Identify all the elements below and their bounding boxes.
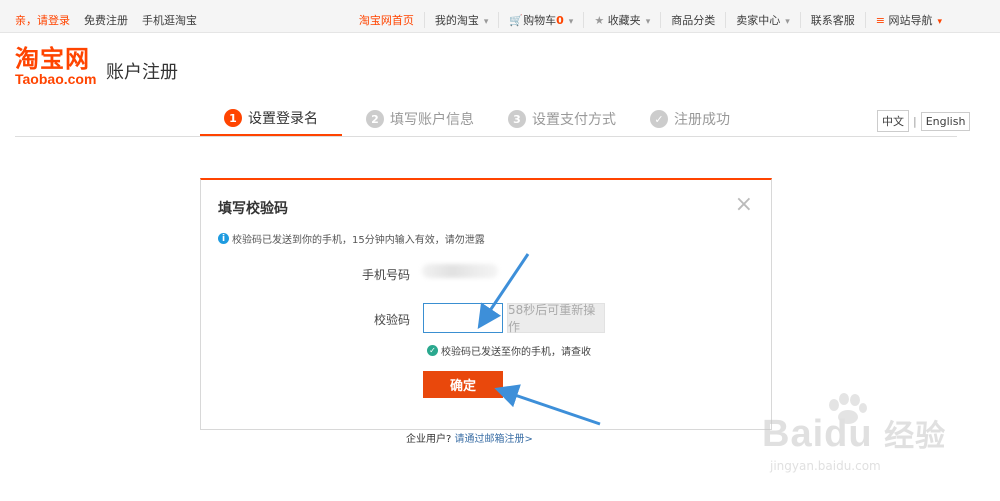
chevron-down-icon: ▾ bbox=[483, 17, 489, 27]
phone-number-blurred bbox=[422, 264, 498, 278]
chevron-down-icon: ▾ bbox=[645, 17, 651, 27]
logo-en: Taobao.com bbox=[15, 71, 97, 87]
close-icon[interactable]: × bbox=[735, 194, 753, 216]
step-label: 注册成功 bbox=[674, 112, 730, 128]
lang-en-button[interactable]: English bbox=[920, 111, 971, 131]
confirm-button[interactable]: 确定 bbox=[423, 371, 503, 398]
verification-code-input[interactable] bbox=[423, 303, 503, 333]
taobao-logo[interactable]: 淘宝网 Taobao.com bbox=[15, 47, 96, 86]
register-link[interactable]: 免费注册 bbox=[84, 12, 128, 28]
page-title: 账户注册 bbox=[106, 62, 178, 83]
watermark-logo: Baidu 经验 bbox=[762, 411, 946, 456]
step-fill-account-info: 2 填写账户信息 bbox=[342, 102, 484, 136]
code-label: 校验码 bbox=[374, 313, 411, 327]
site-nav-label: 网站导航 bbox=[888, 14, 933, 27]
favorites-menu[interactable]: ★ 收藏夹 ▾ bbox=[583, 12, 660, 28]
watermark-brand: Bai bbox=[762, 413, 825, 455]
phone-label: 手机号码 bbox=[362, 268, 411, 282]
my-taobao-menu[interactable]: 我的淘宝 ▾ bbox=[423, 12, 499, 28]
dialog-title: 填写校验码 bbox=[218, 201, 288, 217]
cart-icon: 🛒 bbox=[509, 14, 524, 27]
step-set-payment: 3 设置支付方式 bbox=[484, 102, 626, 136]
login-link[interactable]: 亲，请登录 bbox=[15, 12, 70, 28]
enterprise-register-line: 企业用户? 请通过邮箱注册> bbox=[406, 430, 533, 445]
checkmark-icon: ✓ bbox=[650, 110, 668, 128]
step-register-success: ✓ 注册成功 bbox=[626, 102, 768, 136]
categories-link[interactable]: 商品分类 bbox=[660, 12, 725, 28]
info-icon: i bbox=[218, 233, 229, 244]
topbar-left: 亲，请登录 免费注册 手机逛淘宝 bbox=[15, 12, 197, 28]
menu-icon: ≡ bbox=[875, 14, 885, 27]
step-set-login-name: 1 设置登录名 bbox=[200, 102, 342, 136]
topbar-right: 淘宝网首页 我的淘宝 ▾ 🛒购物车0 ▾ ★ 收藏夹 ▾ 商品分类 卖家中心 ▾ 联系客… bbox=[349, 12, 952, 28]
notice-message: i 校验码已发送到你的手机，15分钟内输入有效，请勿泄露 bbox=[218, 231, 485, 246]
lang-zh-button[interactable]: 中文 bbox=[877, 110, 909, 132]
chevron-down-icon: ▾ bbox=[785, 17, 790, 27]
email-register-link[interactable]: 请通过邮箱注册> bbox=[455, 434, 533, 445]
logo-cn: 淘宝网 bbox=[15, 45, 90, 73]
seller-center-menu[interactable]: 卖家中心 ▾ bbox=[725, 12, 800, 28]
step-number-badge: 1 bbox=[224, 109, 242, 127]
favorites-label: 收藏夹 bbox=[607, 14, 641, 27]
check-icon: ✓ bbox=[427, 345, 438, 356]
language-switch: 中文 | English bbox=[877, 110, 971, 132]
cart-count: 0 bbox=[556, 14, 564, 27]
lang-separator: | bbox=[913, 114, 917, 128]
watermark-brand2: du bbox=[824, 413, 873, 455]
cart-label: 购物车 bbox=[523, 14, 557, 27]
home-link[interactable]: 淘宝网首页 bbox=[349, 12, 424, 28]
step-label: 填写账户信息 bbox=[390, 112, 474, 128]
contact-service-link[interactable]: 联系客服 bbox=[799, 12, 865, 28]
my-taobao-label: 我的淘宝 bbox=[434, 14, 479, 27]
resend-button[interactable]: 58秒后可重新操作 bbox=[507, 303, 605, 334]
star-icon: ★ bbox=[594, 14, 605, 27]
code-sent-text: 校验码已发送至你的手机，请查收 bbox=[441, 347, 591, 358]
watermark-url: jingyan.baidu.com bbox=[770, 459, 881, 473]
step-label: 设置支付方式 bbox=[532, 112, 616, 128]
chevron-down-icon: ▾ bbox=[568, 17, 574, 27]
watermark-brand-cn: 经验 bbox=[884, 419, 947, 454]
seller-center-label: 卖家中心 bbox=[736, 14, 781, 27]
notice-text: 校验码已发送到你的手机，15分钟内输入有效，请勿泄露 bbox=[232, 235, 485, 246]
top-navigation-bar: 亲，请登录 免费注册 手机逛淘宝 淘宝网首页 我的淘宝 ▾ 🛒购物车0 ▾ ★ 收藏… bbox=[0, 0, 1000, 33]
steps-divider bbox=[15, 136, 957, 137]
step-label: 设置登录名 bbox=[248, 111, 318, 127]
baidu-jingyan-watermark: Baidu 经验 jingyan.baidu.com bbox=[762, 393, 992, 488]
enterprise-question: 企业用户? bbox=[406, 434, 452, 445]
site-nav-menu[interactable]: ≡ 网站导航 ▾ bbox=[864, 12, 952, 28]
verification-dialog: 填写校验码 × i 校验码已发送到你的手机，15分钟内输入有效，请勿泄露 手机号… bbox=[200, 178, 772, 430]
code-sent-message: ✓ 校验码已发送至你的手机，请查收 bbox=[427, 343, 591, 358]
step-number-badge: 2 bbox=[366, 110, 384, 128]
step-number-badge: 3 bbox=[508, 110, 526, 128]
registration-steps: 1 设置登录名 2 填写账户信息 3 设置支付方式 ✓ 注册成功 bbox=[200, 102, 768, 136]
chevron-down-icon: ▾ bbox=[937, 17, 942, 27]
mobile-taobao-link[interactable]: 手机逛淘宝 bbox=[142, 12, 197, 28]
cart-menu[interactable]: 🛒购物车0 ▾ bbox=[498, 12, 583, 28]
